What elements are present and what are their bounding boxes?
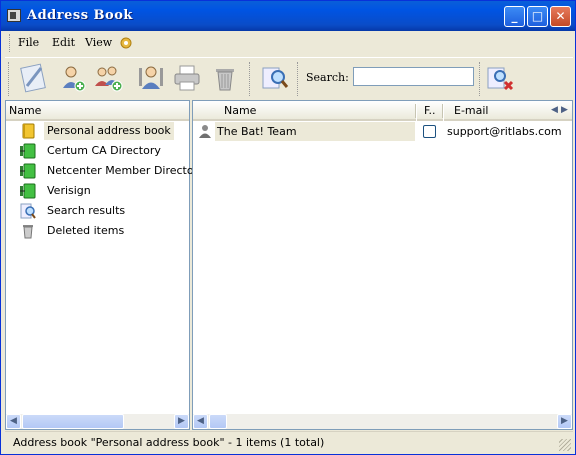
column-header-flag[interactable]: F.. [417, 101, 443, 121]
column-name-label: Name [224, 104, 257, 117]
properties-icon[interactable] [135, 62, 167, 94]
column-email-label: E-mail [454, 104, 489, 117]
status-bar: Address book "Personal address book" - 1… [5, 431, 573, 453]
tree-item-label: Netcenter Member Directory [47, 164, 205, 177]
delete-icon[interactable] [209, 62, 241, 94]
column-scroll-buttons[interactable]: ◀ ▶ [549, 101, 572, 121]
menu-edit[interactable]: Edit [52, 36, 75, 49]
list-horizontal-scrollbar[interactable]: ◀ ▶ [193, 414, 572, 429]
contact-name-cell: The Bat! Team [215, 122, 415, 141]
column-header-name[interactable]: Name [216, 101, 416, 121]
customize-gear-icon[interactable] [118, 35, 134, 51]
book-icon [22, 123, 35, 139]
status-text: Address book "Personal address book" - 1… [13, 436, 325, 449]
clear-search-icon[interactable] [484, 62, 516, 94]
contact-person-icon [199, 125, 211, 138]
ldap-directory-icon [20, 143, 36, 159]
column-divider[interactable] [415, 104, 416, 118]
resize-grip-icon[interactable] [559, 439, 571, 451]
column-header-icon[interactable] [193, 101, 216, 121]
add-group-icon[interactable] [93, 62, 125, 94]
tree-item-label: Search results [47, 204, 126, 217]
search-input[interactable] [353, 67, 474, 86]
title-bar[interactable]: Address Book _ □ ✕ [1, 1, 575, 31]
column-flag-label: F.. [424, 104, 436, 117]
minimize-icon: _ [511, 9, 518, 23]
app-icon [7, 9, 21, 22]
toolbar-separator-3 [479, 62, 480, 96]
maximize-button[interactable]: □ [527, 6, 548, 27]
print-icon[interactable] [171, 62, 203, 94]
contact-email: support@ritlabs.com [447, 125, 562, 138]
column-scroll-right-icon[interactable]: ▶ [561, 101, 568, 120]
tree-header-name: Name [9, 104, 42, 117]
scroll-left-arrow-icon[interactable]: ◀ [6, 414, 21, 429]
scroll-right-arrow-icon[interactable]: ▶ [174, 414, 189, 429]
window-title: Address Book [27, 8, 133, 23]
menu-file[interactable]: File [18, 36, 39, 49]
close-button[interactable]: ✕ [550, 6, 571, 27]
column-scroll-left-icon[interactable]: ◀ [551, 101, 558, 120]
close-icon: ✕ [555, 9, 566, 23]
menu-bar: File Edit View [5, 31, 573, 55]
folder-tree: Name Personal address book Certum CA Dir… [5, 100, 205, 430]
ldap-directory-icon [20, 163, 36, 179]
scroll-thumb[interactable] [22, 414, 124, 429]
scroll-thumb[interactable] [209, 414, 227, 429]
tree-item-label: Personal address book [44, 122, 174, 140]
column-divider[interactable] [442, 104, 443, 118]
add-user-icon[interactable] [57, 62, 89, 94]
trash-icon [23, 225, 33, 239]
toolbar: Search: [5, 57, 573, 98]
tree-header[interactable]: Name [6, 101, 189, 121]
table-row[interactable]: The Bat! Team support@ritlabs.com [193, 122, 572, 141]
find-icon[interactable] [259, 62, 291, 94]
search-label: Search: [306, 71, 349, 84]
menu-grip[interactable] [9, 34, 13, 52]
toolbar-grip[interactable] [8, 62, 9, 96]
scroll-right-arrow-icon[interactable]: ▶ [557, 414, 572, 429]
contact-list: Name F.. E-mail ◀ ▶ The Bat! Team suppor… [192, 100, 573, 430]
tree-horizontal-scrollbar[interactable]: ◀ ▶ [6, 414, 189, 429]
address-book-window: Address Book _ □ ✕ File Edit View Search… [0, 0, 576, 455]
scroll-left-arrow-icon[interactable]: ◀ [193, 414, 208, 429]
maximize-icon: □ [531, 9, 544, 23]
minimize-button[interactable]: _ [504, 6, 525, 27]
tree-item-label: Deleted items [47, 224, 125, 237]
tree-item-label: Certum CA Directory [47, 144, 161, 157]
contact-name: The Bat! Team [217, 125, 297, 138]
toolbar-separator-2 [297, 62, 298, 96]
ldap-directory-icon [20, 183, 36, 199]
flag-checkbox[interactable] [423, 125, 436, 138]
toolbar-separator [249, 62, 250, 96]
column-header-email[interactable]: E-mail [444, 101, 549, 121]
search-results-icon [20, 203, 36, 219]
new-contact-icon[interactable] [17, 62, 49, 94]
tree-item-label: Verisign [47, 184, 91, 197]
menu-view[interactable]: View [85, 36, 112, 49]
